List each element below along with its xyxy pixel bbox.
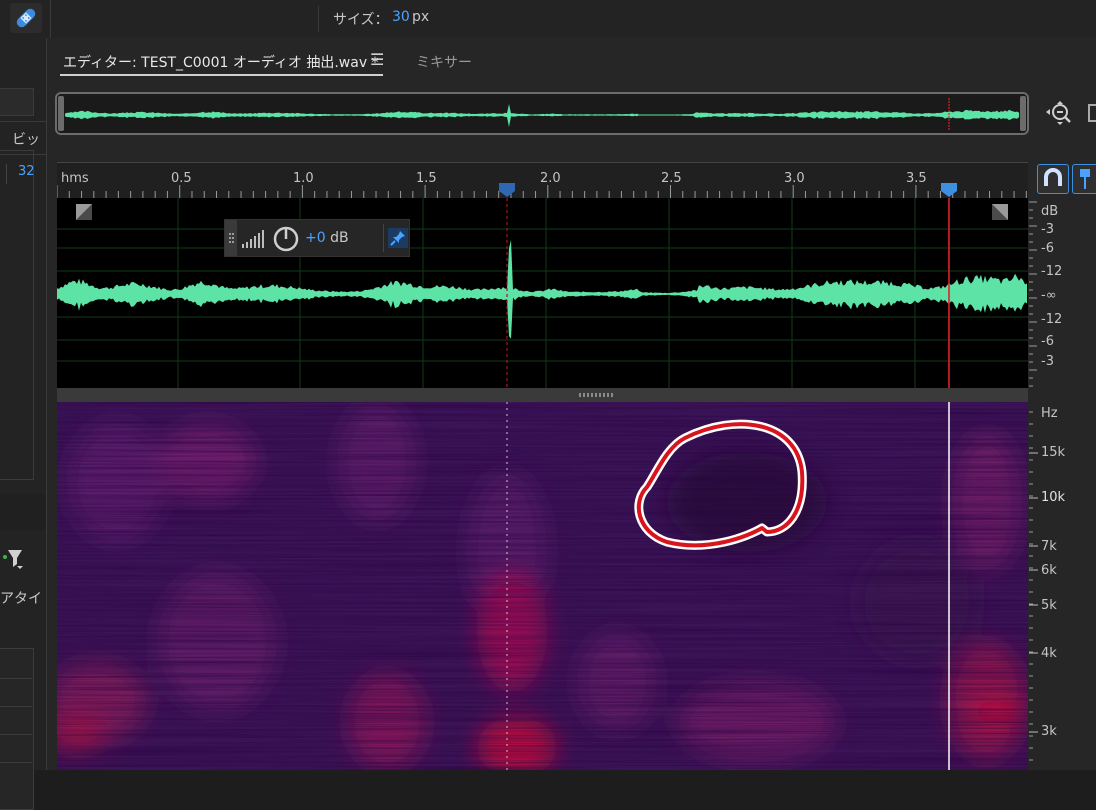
panel-menu-icon[interactable]: ☰ [370,50,384,69]
hz-label: 15k [1041,445,1066,460]
hz-label: 7k [1041,539,1057,554]
marker-list[interactable] [0,648,34,810]
time-ruler[interactable]: hms 0.5 1.0 1.5 2.0 2.5 3.0 3.5 [57,162,1028,199]
overview-left-handle [58,96,64,131]
db-label: -12 [1041,312,1063,327]
divider [0,121,46,122]
gain-readout[interactable]: +0 dB [305,230,349,246]
toolbar-divider [318,6,319,32]
gain-knob-icon[interactable] [272,225,300,253]
splitter-grip[interactable] [579,393,613,397]
fade-in-handle [76,204,92,220]
db-label: -6 [1041,334,1054,349]
fade-out-handle [992,204,1008,220]
pin-icon[interactable] [388,228,408,248]
spectral-frequency-display[interactable] [57,402,1028,770]
db-unit: dB [1041,204,1059,219]
view-splitter[interactable] [57,388,1028,402]
bit-depth-value: 32 [18,164,35,179]
tab-mixer[interactable]: ミキサー [416,52,472,72]
active-tab-indicator [60,74,383,76]
snap-icon[interactable] [1037,164,1069,194]
hz-label: 4k [1041,646,1057,661]
left-panel-search-field[interactable] [0,88,34,116]
hz-label: 6k [1041,563,1057,578]
hz-unit: Hz [1041,406,1058,421]
row-divider [0,734,32,735]
bit-depth-column-header[interactable]: ビッ [12,129,40,149]
hz-label: 5k [1041,598,1057,613]
brush-size-label: サイズ： [333,12,389,28]
hud-divider [383,224,384,252]
brush-size-value[interactable]: 30 [392,9,410,25]
zoom-icon[interactable] [1045,101,1073,131]
frequency-scale[interactable]: Hz 15k 10k 7k 6k 5k 4k 3k [1029,402,1096,770]
toolbar-divider [50,0,51,38]
db-label: -∞ [1041,288,1057,303]
selection-start-marker[interactable] [498,182,516,198]
row-divider [0,678,32,679]
brush-size-unit: px [412,9,430,25]
db-label: -6 [1041,241,1054,256]
level-meter-icon [242,230,264,248]
hz-label: 3k [1041,724,1057,739]
panel-toggle-icon[interactable] [1088,104,1096,122]
gain-hud[interactable]: +0 dB [224,219,410,257]
marker-pin-icon[interactable] [1072,164,1096,194]
amplitude-scale[interactable]: dB -3 -6 -12 -∞ -12 -6 -3 [1029,198,1096,388]
gain-unit: dB [330,230,349,246]
marker-type-column-header[interactable]: アタイ [0,588,42,608]
db-label: -3 [1041,354,1054,369]
hud-drag-handle[interactable] [225,220,237,256]
file-list[interactable] [0,150,34,480]
panel-gap [0,494,46,530]
row-divider [0,706,32,707]
db-label: -12 [1041,264,1063,279]
hz-label: 10k [1041,490,1066,505]
waveform-display[interactable] [57,198,1028,388]
top-toolbar: サイズ： 30 px [0,0,1096,39]
overview-right-handle [1020,96,1026,131]
overview-navigator[interactable] [55,92,1029,135]
db-label: -3 [1041,222,1054,237]
tab-editor[interactable]: エディター: TEST_C0001 オーディオ 抽出.wav * [63,52,379,72]
spot-healing-tool-icon[interactable] [10,3,42,33]
gain-value: +0 [305,230,326,246]
filter-icon[interactable] [2,547,24,575]
playhead-marker[interactable] [940,182,958,198]
row-divider [0,762,32,763]
